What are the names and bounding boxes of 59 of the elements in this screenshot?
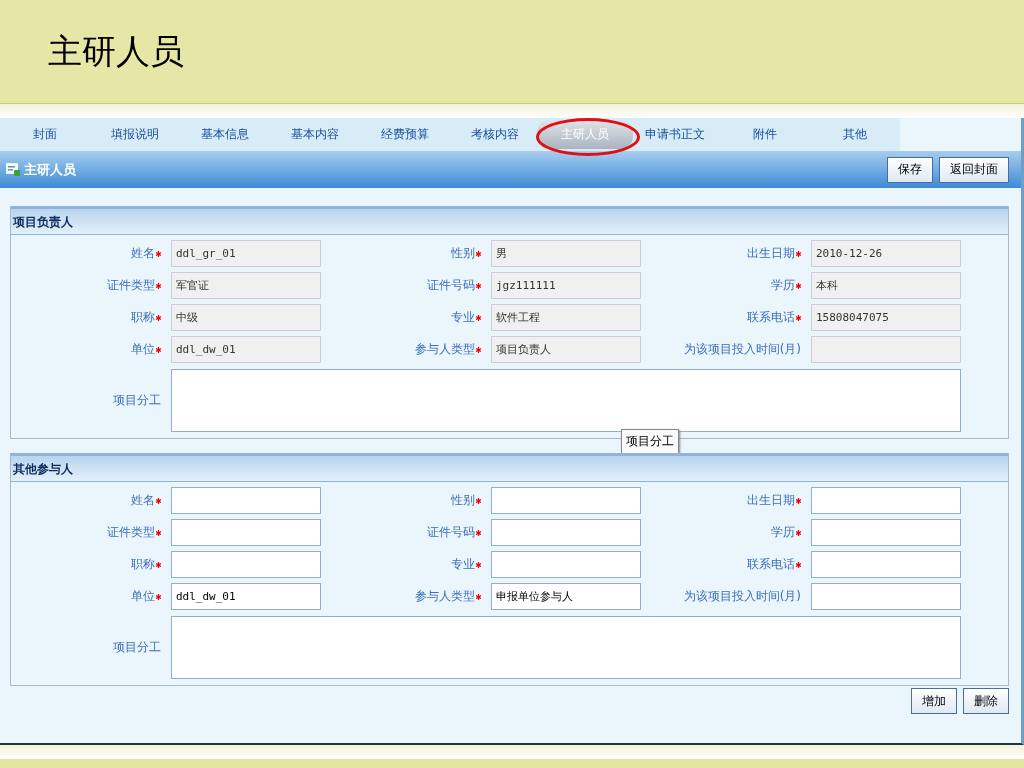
tab[interactable]: 经费预算 bbox=[367, 122, 443, 147]
input-field[interactable] bbox=[171, 551, 321, 578]
field-label: 职称 bbox=[11, 551, 161, 578]
input-field[interactable] bbox=[491, 519, 641, 546]
tab[interactable]: 基本信息 bbox=[187, 122, 263, 147]
field-label: 单位 bbox=[11, 336, 161, 363]
field-label: 姓名 bbox=[11, 240, 161, 267]
field-label: 项目分工 bbox=[112, 638, 161, 656]
slide-title: 主研人员 bbox=[48, 29, 184, 73]
text-area[interactable] bbox=[171, 369, 961, 432]
field-label: 联系电话 bbox=[651, 551, 801, 578]
tab[interactable]: 封面 bbox=[19, 122, 71, 147]
tab[interactable]: 考核内容 bbox=[457, 122, 533, 147]
field-label: 性别 bbox=[331, 240, 481, 267]
field-label: 参与人类型 bbox=[331, 583, 481, 610]
input-field[interactable] bbox=[811, 487, 961, 514]
field-label: 证件类型 bbox=[11, 519, 161, 546]
field-label: 学历 bbox=[651, 272, 801, 299]
field-label: 出生日期 bbox=[651, 487, 801, 514]
input-field[interactable]: ddl_dw_01 bbox=[171, 583, 321, 610]
field-label: 联系电话 bbox=[651, 304, 801, 331]
input-field[interactable] bbox=[491, 487, 641, 514]
field-label: 参与人类型 bbox=[331, 336, 481, 363]
field-label: 证件类型 bbox=[11, 272, 161, 299]
input-field[interactable] bbox=[491, 551, 641, 578]
field-label: 学历 bbox=[651, 519, 801, 546]
toolbar-button[interactable]: 保存 bbox=[887, 156, 933, 183]
field-label: 专业 bbox=[331, 551, 481, 578]
input-field[interactable] bbox=[811, 519, 961, 546]
field-label: 单位 bbox=[11, 583, 161, 610]
input-field[interactable] bbox=[171, 519, 321, 546]
field-label: 专业 bbox=[331, 304, 481, 331]
section-title: 其他参与人 bbox=[11, 453, 1008, 482]
tooltip: 项目分工 bbox=[621, 429, 679, 454]
input-field[interactable] bbox=[811, 551, 961, 578]
field-label: 职称 bbox=[11, 304, 161, 331]
tab[interactable]: 基本内容 bbox=[277, 122, 353, 147]
input-field[interactable] bbox=[811, 583, 961, 610]
action-button[interactable]: 删除 bbox=[963, 688, 1009, 714]
field-label: 为该项目投入时间(月) bbox=[682, 588, 801, 605]
tab[interactable]: 申请书正文 bbox=[631, 122, 719, 147]
field-label: 证件号码 bbox=[331, 519, 481, 546]
action-button[interactable]: 增加 bbox=[911, 688, 957, 714]
field-label: 证件号码 bbox=[331, 272, 481, 299]
tab[interactable]: 其他 bbox=[829, 122, 881, 147]
field-label: 出生日期 bbox=[651, 240, 801, 267]
input-field[interactable]: 申报单位参与人 bbox=[491, 583, 641, 610]
toolbar-button[interactable]: 返回封面 bbox=[939, 156, 1009, 183]
tab[interactable]: 附件 bbox=[739, 122, 791, 147]
text-area[interactable] bbox=[171, 616, 961, 679]
field-label: 项目分工 bbox=[112, 391, 161, 409]
field-label: 性别 bbox=[331, 487, 481, 514]
field-label: 姓名 bbox=[11, 487, 161, 514]
input-field[interactable] bbox=[171, 487, 321, 514]
form-icon bbox=[6, 163, 20, 176]
tab[interactable]: 填报说明 bbox=[97, 122, 173, 147]
panel-title: 主研人员 bbox=[24, 160, 76, 179]
section-title: 项目负责人 bbox=[11, 206, 1008, 235]
field-label: 为该项目投入时间(月) bbox=[682, 341, 801, 358]
